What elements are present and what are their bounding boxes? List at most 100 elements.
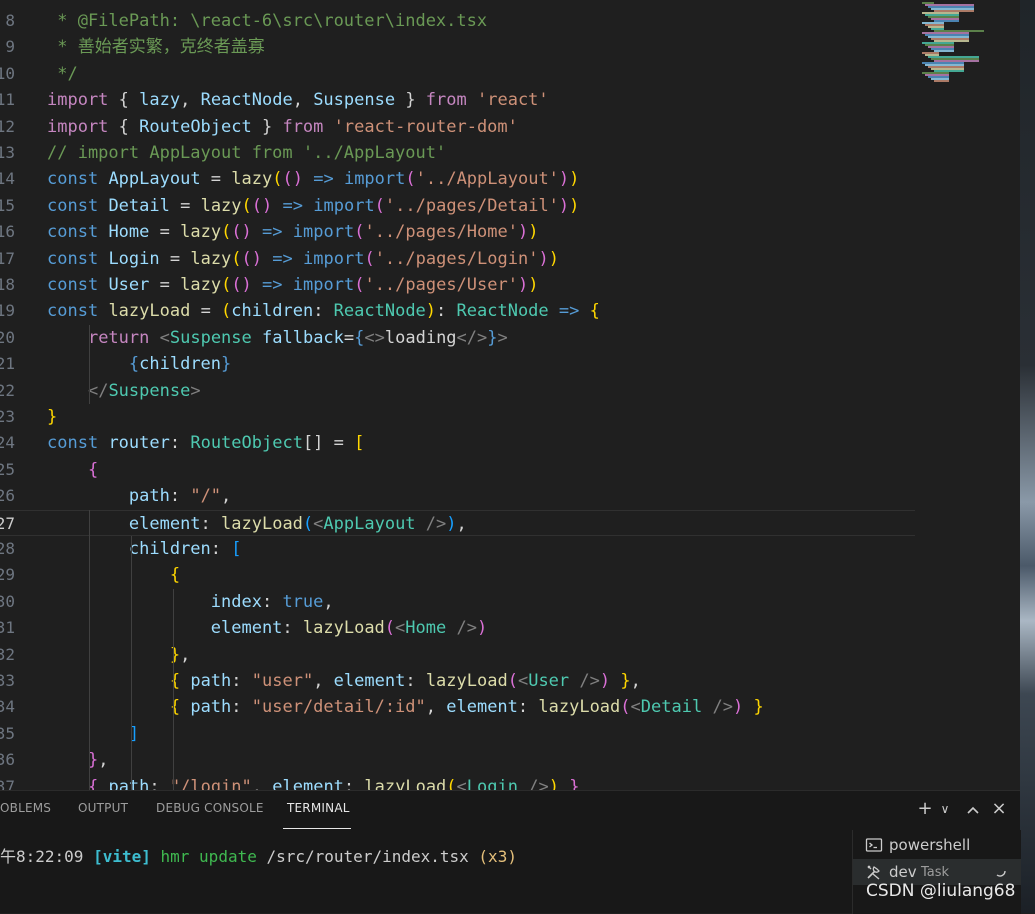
code-line[interactable]: 26 path: "/",	[0, 483, 915, 509]
line-number: 13	[0, 143, 15, 162]
indent-guide	[131, 536, 132, 790]
code-text: }	[47, 407, 58, 427]
code-line[interactable]: 22 </Suspense>	[0, 378, 915, 404]
line-number: 8	[5, 11, 15, 30]
code-line[interactable]: 14 const AppLayout = lazy(() => import('.…	[0, 166, 915, 192]
code-editor[interactable]: 8 * @FilePath: \react-6\src\router\index…	[0, 0, 1020, 790]
line-number: 15	[0, 195, 15, 215]
code-text: element: lazyLoad(<AppLayout />),	[128, 513, 467, 534]
terminal-name: dev	[889, 863, 917, 881]
code-line[interactable]: 30 index: true,	[0, 589, 915, 615]
tab-terminal[interactable]: TERMINAL	[287, 801, 350, 815]
maximize-panel-icon[interactable]	[962, 801, 984, 819]
code-line[interactable]: 8 * @FilePath: \react-6\src\router\index…	[0, 8, 915, 34]
code-line[interactable]: 23}	[0, 404, 915, 430]
code-line[interactable]: 18 const User = lazy(() => import('../pag…	[0, 272, 915, 298]
terminal-item-powershell[interactable]: powershell	[853, 832, 1021, 858]
desktop-wallpaper-strip	[1020, 0, 1035, 913]
line-number: 21	[0, 354, 15, 374]
code-line[interactable]: 16 const Home = lazy(() => import('../pag…	[0, 219, 915, 245]
code-text: ]	[128, 723, 140, 744]
line-number: 28	[0, 539, 15, 558]
line-number: 31	[0, 618, 15, 638]
line-number: 18	[0, 275, 15, 294]
code-line[interactable]: 33 { path: "user", element: lazyLoad(<Us…	[0, 668, 915, 694]
terminal-dropdown-chevron-icon[interactable]: ∨	[934, 802, 956, 816]
hmr-message: hmr update	[160, 847, 257, 866]
code-line[interactable]: 25 {	[0, 457, 915, 483]
terminal-name: powershell	[889, 836, 971, 854]
code-line[interactable]: 34 { path: "user/detail/:id", element: l…	[0, 694, 915, 720]
code-text: // import AppLayout from '../AppLayout'	[47, 143, 447, 163]
code-text: const User = lazy(() => import('../pages…	[47, 275, 539, 295]
code-line[interactable]: 29 {	[0, 562, 915, 588]
code-line[interactable]: 31 element: lazyLoad(<Home />)	[0, 615, 915, 641]
code-line[interactable]: 21 {children}	[0, 351, 915, 377]
code-line[interactable]: 20 return <Suspense fallback={<>loading<…	[0, 325, 915, 351]
line-number: 34	[0, 697, 15, 717]
code-text: import { RouteObject } from 'react-route…	[47, 116, 518, 137]
code-line[interactable]: 19 const lazyLoad = (children: ReactNode)…	[0, 298, 915, 324]
terminal-icon	[865, 836, 883, 854]
code-text: return <Suspense fallback={<>loading</>}…	[87, 327, 508, 348]
indent-guide	[89, 324, 90, 404]
new-terminal-plus-icon[interactable]: +	[914, 798, 936, 819]
code-text: },	[87, 750, 109, 771]
code-text: * 善始者实繁，克终者盖寡	[47, 37, 265, 58]
tab-problems[interactable]: OBLEMS	[0, 801, 51, 815]
code-line[interactable]: 10 */	[0, 61, 915, 87]
code-text: { path: "/login", element: lazyLoad(<Log…	[87, 776, 580, 790]
code-line[interactable]: 27 element: lazyLoad(<AppLayout />),	[0, 509, 915, 536]
code-line[interactable]: 15 const Detail = lazy(() => import('../p…	[0, 193, 915, 219]
code-text: children: [	[128, 539, 242, 559]
line-number: 26	[0, 486, 15, 506]
tab-output[interactable]: OUTPUT	[78, 801, 128, 815]
line-number: 32	[0, 644, 15, 664]
line-number: 35	[0, 723, 15, 743]
tools-icon	[865, 863, 883, 881]
active-tab-indicator	[283, 828, 351, 829]
code-line[interactable]: 24 const router: RouteObject[] = [	[0, 430, 915, 456]
editor-scrollbar[interactable]	[1008, 0, 1020, 790]
line-number: 9	[5, 37, 15, 57]
line-number: 36	[0, 750, 15, 770]
line-number: 37	[0, 776, 15, 790]
code-line[interactable]: 17 const Login = lazy(() => import('../pa…	[0, 246, 915, 272]
code-text: {children}	[128, 354, 232, 375]
line-number: 14	[0, 169, 15, 189]
hmr-path: /src/router/index.tsx	[266, 847, 469, 866]
line-number: 10	[0, 63, 15, 83]
line-number: 16	[0, 222, 15, 242]
code-line[interactable]: 11 import { lazy, ReactNode, Suspense } f…	[0, 87, 915, 113]
code-line[interactable]: 35 ]	[0, 721, 915, 747]
code-text: const AppLayout = lazy(() => import('../…	[47, 169, 580, 190]
code-line[interactable]: 28 children: [	[0, 536, 915, 562]
line-number: 30	[0, 591, 15, 611]
line-number: 25	[0, 459, 15, 479]
minimap[interactable]	[918, 0, 1008, 90]
terminal-list: powershell dev Task	[852, 830, 1021, 914]
code-text: },	[169, 644, 191, 665]
code-line[interactable]: 36 },	[0, 747, 915, 773]
code-line[interactable]: 9 * 善始者实繁，克终者盖寡	[0, 34, 915, 60]
code-line[interactable]: 32 },	[0, 642, 915, 668]
code-text: { path: "user", element: lazyLoad(<User …	[169, 671, 641, 691]
watermark: CSDN @liulang68	[866, 881, 1016, 901]
terminal-output-line[interactable]: 午8:22:09 [vite] hmr update /src/router/i…	[0, 847, 517, 867]
tab-debug-console[interactable]: DEBUG CONSOLE	[156, 801, 264, 815]
line-number: 20	[0, 327, 15, 347]
code-line[interactable]: 37 { path: "/login", element: lazyLoad(<…	[0, 774, 915, 790]
code-line[interactable]: 13 // import AppLayout from '../AppLayout…	[0, 140, 915, 166]
code-text: path: "/",	[128, 486, 232, 507]
code-text: { path: "user/detail/:id", element: lazy…	[169, 697, 764, 718]
line-number: 23	[0, 407, 15, 426]
vite-tag: [vite]	[93, 847, 151, 866]
code-text: const lazyLoad = (children: ReactNode): …	[47, 301, 600, 322]
terminal-kind: Task	[921, 865, 950, 880]
line-number: 12	[0, 116, 15, 136]
close-panel-icon[interactable]: ×	[988, 798, 1010, 819]
code-line[interactable]: 12 import { RouteObject } from 'react-rou…	[0, 114, 915, 140]
code-text: </Suspense>	[87, 380, 201, 401]
code-text: const router: RouteObject[] = [	[47, 433, 365, 454]
terminal-time: 午8:22:09	[0, 847, 84, 866]
